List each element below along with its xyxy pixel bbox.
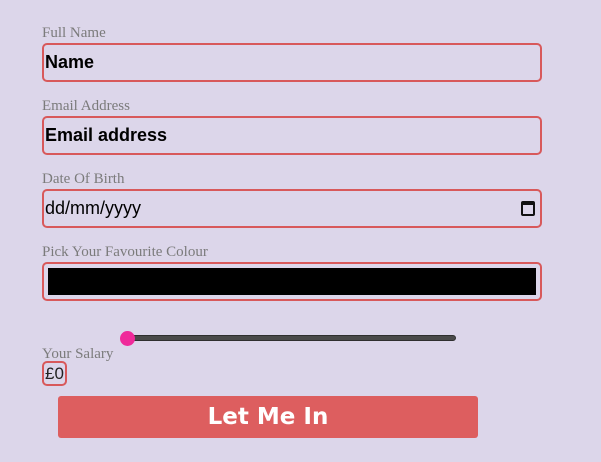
calendar-icon[interactable] [521,201,535,216]
salary-slider-thumb[interactable] [120,331,135,346]
salary-output: £0 [42,361,67,386]
submit-button[interactable]: Let Me In [58,396,478,438]
email-input[interactable]: Email address [42,116,542,155]
colour-picker[interactable] [42,262,542,301]
email-label: Email Address [42,98,130,114]
dob-input-value: dd/mm/yyyy [45,198,142,218]
salary-label: Your Salary [42,346,114,362]
full-name-input[interactable]: Name [42,43,542,82]
dob-input[interactable]: dd/mm/yyyy [42,189,542,228]
signup-form: Full Name Name Email Address Email addre… [0,0,601,462]
dob-label: Date Of Birth [42,171,125,187]
salary-slider[interactable] [125,335,456,341]
full-name-label: Full Name [42,25,106,41]
colour-label: Pick Your Favourite Colour [42,244,208,260]
colour-swatch [48,268,536,295]
